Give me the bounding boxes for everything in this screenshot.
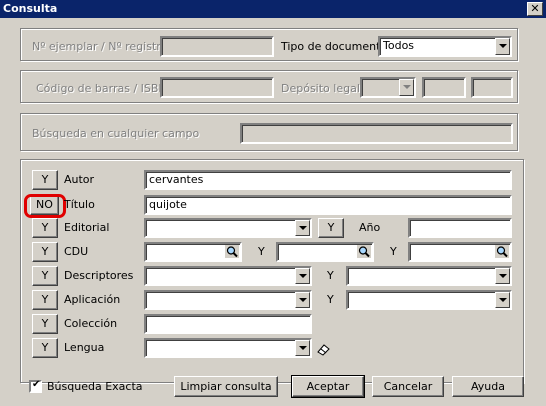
descriptores-y-button[interactable]: Y — [32, 266, 58, 286]
titulo-label: Título — [64, 198, 95, 211]
chevron-down-icon[interactable] — [295, 340, 310, 356]
chevron-down-icon[interactable] — [495, 38, 510, 55]
cdu-y-label-1: Y — [258, 245, 265, 258]
tipo-documento-label: Tipo de documento — [281, 40, 388, 53]
coleccion-input[interactable] — [144, 314, 312, 334]
ayuda-button[interactable]: Ayuda — [452, 376, 524, 397]
busqueda-label: Búsqueda en cualquier campo — [32, 127, 200, 140]
lengua-label: Lengua — [64, 341, 105, 354]
descriptores-select-2[interactable] — [346, 266, 512, 286]
aplicacion-select-2[interactable] — [346, 290, 512, 310]
chevron-down-icon — [399, 79, 414, 96]
chevron-down-icon[interactable] — [295, 268, 310, 284]
deposito-input-2 — [422, 77, 466, 98]
close-icon: ✕ — [530, 2, 540, 15]
magnifier-icon[interactable] — [225, 245, 239, 258]
coleccion-label: Colección — [64, 317, 118, 330]
editorial-select[interactable] — [144, 218, 312, 238]
cancelar-button[interactable]: Cancelar — [372, 376, 444, 397]
exacta-checkbox[interactable]: ✔ — [29, 379, 42, 393]
descriptores-label: Descriptores — [64, 269, 134, 282]
descriptores-select-1[interactable] — [144, 266, 312, 286]
chevron-down-icon[interactable] — [495, 292, 510, 308]
ano-label: Año — [359, 221, 381, 234]
coleccion-y-button[interactable]: Y — [32, 314, 58, 334]
cdu-input-2[interactable] — [276, 242, 374, 262]
deposito-select — [360, 77, 416, 98]
deposito-label: Depósito legal — [281, 82, 360, 95]
limpiar-button[interactable]: Limpiar consulta — [174, 376, 278, 397]
aplicacion-label: Aplicación — [64, 293, 121, 306]
lengua-select[interactable] — [144, 338, 312, 358]
exacta-label: Búsqueda Exacta — [47, 380, 143, 393]
descriptores-y-label: Y — [327, 269, 334, 282]
autor-y-button[interactable]: Y — [32, 170, 58, 190]
ejemplar-input — [160, 36, 274, 57]
close-button[interactable]: ✕ — [527, 2, 543, 16]
title-bar: Consulta ✕ — [0, 0, 546, 18]
aplicacion-y-label: Y — [327, 293, 334, 306]
cdu-y-button[interactable]: Y — [32, 242, 58, 262]
highlight-ring — [24, 194, 66, 218]
magnifier-icon[interactable] — [495, 245, 509, 258]
window-title: Consulta — [3, 2, 58, 15]
editorial-label: Editorial — [64, 221, 110, 234]
autor-input[interactable]: cervantes — [144, 170, 512, 190]
editorial-y-button[interactable]: Y — [32, 218, 58, 238]
cdu-y-label-2: Y — [390, 245, 397, 258]
consulta-window: Nº ejemplar / Nº registro Tipo de docume… — [0, 18, 546, 406]
tipo-documento-select[interactable]: Todos — [378, 36, 512, 57]
autor-label: Autor — [64, 173, 95, 186]
busqueda-input — [240, 123, 513, 144]
cdu-label: CDU — [64, 245, 89, 258]
chevron-down-icon[interactable] — [495, 268, 510, 284]
ejemplar-label: Nº ejemplar / Nº registro — [32, 40, 168, 53]
codigo-input — [160, 77, 274, 98]
lengua-y-button[interactable]: Y — [32, 338, 58, 358]
aplicacion-y-button[interactable]: Y — [32, 290, 58, 310]
deposito-input-3 — [471, 77, 513, 98]
aceptar-button[interactable]: Aceptar — [291, 375, 365, 398]
titulo-input[interactable]: quijote — [144, 195, 512, 215]
ano-y-button[interactable]: Y — [318, 218, 344, 238]
aplicacion-select-1[interactable] — [144, 290, 312, 310]
checkmark-icon: ✔ — [32, 379, 41, 390]
magnifier-icon[interactable] — [357, 245, 371, 258]
tipo-documento-value: Todos — [383, 39, 415, 52]
cdu-input-1[interactable] — [144, 242, 242, 262]
ano-input[interactable] — [408, 218, 512, 238]
chevron-down-icon[interactable] — [295, 220, 310, 236]
chevron-down-icon[interactable] — [295, 292, 310, 308]
cdu-input-3[interactable] — [408, 242, 512, 262]
codigo-label: Código de barras / ISBN — [36, 82, 167, 95]
eraser-icon[interactable] — [316, 342, 332, 356]
